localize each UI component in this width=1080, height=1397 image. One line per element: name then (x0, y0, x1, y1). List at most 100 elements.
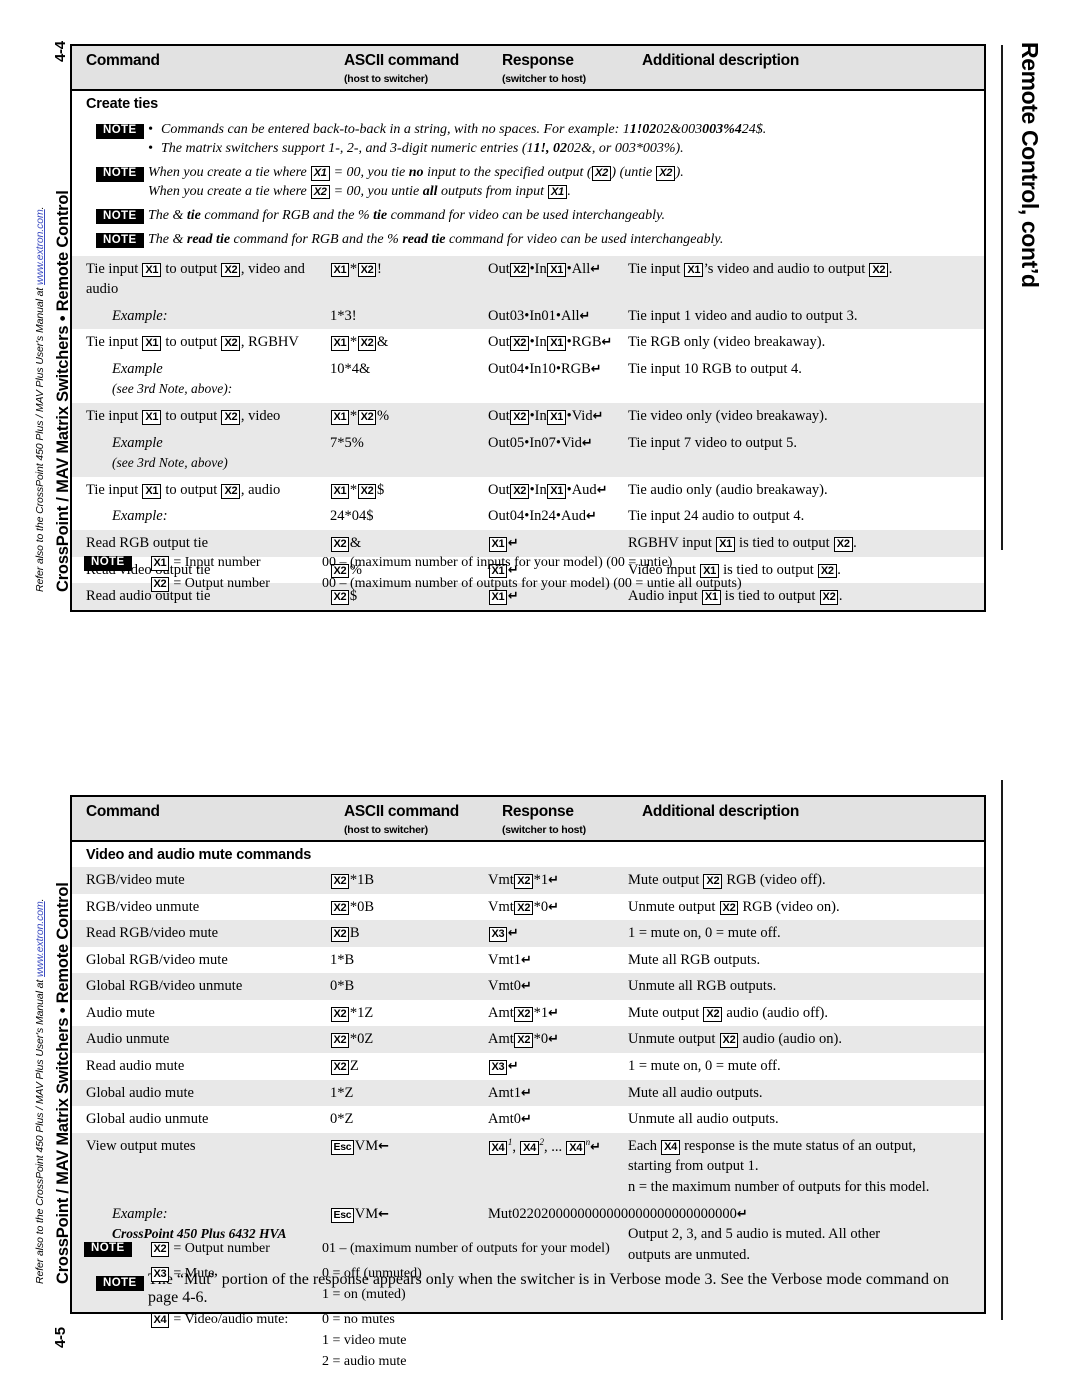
header-response-sub-2: (switcher to host) (502, 824, 586, 836)
cell-command: Global RGB/video mute (72, 947, 330, 974)
description-text: Each X4 response is the mute status of a… (628, 1137, 917, 1155)
header-description: Additional description (642, 52, 800, 69)
ascii-text: X2 B (330, 923, 484, 944)
description-text: Tie input 24 audio to output 4. (628, 508, 805, 525)
note-line: When you create a tie where X1 = 00, you… (148, 164, 684, 181)
note-badge: NOTE (96, 233, 144, 249)
ascii-text: 1*Z (330, 1084, 354, 1101)
table-row: Global audio mute 1*Z Amt1↵ Mute all audio … (72, 1079, 984, 1107)
emphasis: 1!02 (629, 122, 657, 137)
response-text: Vmt X2 *0↵ (488, 898, 559, 916)
cell-response: Amt1↵ (488, 1080, 628, 1107)
running-head: Remote Control, cont’d (1017, 42, 1043, 288)
emphasis: tie (373, 207, 388, 223)
variable-badge-x2: X2 (719, 1033, 739, 1049)
cell-ascii-command: X2 B (330, 920, 488, 947)
cell-command: Global audio mute (72, 1080, 330, 1107)
variable-badge-x1: X1 (330, 483, 350, 499)
variable-badge-x2: X2 (357, 410, 377, 425)
emphasis: 003%4 (702, 122, 742, 137)
return-arrow-icon: ↵ (521, 979, 532, 995)
variable-badge-x1: X1 (547, 262, 567, 278)
cell-description: Tie input 7 video to output 5. (628, 430, 984, 457)
cell-ascii-command: 1*3! (330, 303, 488, 330)
variable-badge-x2: X2 (833, 536, 853, 552)
variable-badge-x2: X2 (592, 165, 611, 181)
variable-badge-x2: X2 (514, 1033, 534, 1049)
left-margin-subtitle-top: Refer also to the CrossPoint 450 Plus / … (34, 206, 46, 592)
variable-badge-x3: X3 (488, 927, 508, 942)
description-text: starting from output 1. (628, 1158, 759, 1175)
cell-response: Amt0↵ (488, 1106, 628, 1133)
emphasis: n (628, 1178, 636, 1195)
command-example-label: Example (112, 434, 163, 451)
definition-value: 1 = on (muted) (322, 1287, 406, 1302)
cell-command: Global RGB/video unmute (72, 973, 330, 1000)
emphasis: tie (186, 207, 201, 223)
description-text: Mute output X2 audio (audio off). (628, 1004, 829, 1022)
definition-line: X2 = Output number 01 – (maximum number o… (150, 1238, 986, 1259)
cell-description: Unmute all RGB outputs. (628, 973, 984, 1000)
variable-badge-x1: X1 (684, 262, 704, 278)
cell-response: Amt X2 *1↵ (488, 1000, 628, 1027)
definition-key: X2 = Output number (150, 573, 322, 594)
ascii-text: X1 * X2 & (330, 332, 484, 353)
variable-badge-x1: X1 (488, 536, 508, 552)
description-text: Tie input 7 video to output 5. (628, 434, 798, 451)
note-item: NOTE The & read tie command for RGB and t… (72, 228, 984, 252)
command-text: RGB/video mute (86, 872, 185, 888)
ascii-text: 10*4& (330, 360, 371, 377)
definition-value: 1 = video mute (322, 1333, 407, 1348)
variable-badge-x2: X2 (221, 483, 241, 499)
cell-response: Amt X2 *0↵ (488, 1026, 628, 1053)
table-row: Audio unmute X2 *0Z Amt X2 *0↵ Unmute output X… (72, 1026, 984, 1054)
command-text: Read RGB output tie (86, 534, 209, 551)
folio-bottom: 4-5 (52, 1327, 69, 1348)
variable-badge-x1: X1 (142, 483, 162, 499)
cell-response: Out05•In07•Vid↵ (488, 430, 628, 457)
table-row: Audio mute X2 *1Z Amt X2 *1↵ Mute output X2 au… (72, 999, 984, 1027)
ascii-text: X2 *0Z (330, 1029, 484, 1050)
variable-badge-x1: X1 (330, 336, 350, 352)
command-text: Tie input X1 to output X2, video (86, 408, 281, 425)
command-note-ref: (see 3rd Note, above) (112, 455, 228, 471)
cell-command: Example (see 3rd Note, above): (72, 356, 330, 403)
command-example-label: Example: (112, 508, 168, 525)
response-text: Vmt1↵ (488, 951, 532, 968)
description-text: Tie RGB only (video breakaway). (628, 334, 826, 351)
note-badge-wrap: NOTE (72, 230, 148, 250)
return-arrow-icon: ↵ (736, 1206, 748, 1222)
ascii-text: X2 *1Z (330, 1003, 484, 1024)
command-text: View output mutes (86, 1137, 196, 1154)
command-example-label: Example: (112, 1205, 168, 1222)
ascii-text: X2 *1B (330, 870, 484, 891)
response-text: Amt X2 *1↵ (488, 1004, 559, 1022)
command-note-ref: (see 3rd Note, above): (112, 381, 233, 397)
note-text: • Commands can be entered back-to-back in… (148, 120, 974, 159)
description-text: Tie input 1 video and audio to output 3. (628, 307, 858, 324)
variable-badge-x1: X1 (547, 336, 567, 352)
extron-url-link-bottom[interactable]: www.extron.com (34, 901, 46, 977)
variable-badge-x1: X1 (716, 536, 735, 552)
table-row: Read audio mute X2 Z X3 ↵ 1 = mute on, 0 = mu… (72, 1053, 984, 1080)
definition-line: X2 = Output number 00 – (maximum number o… (150, 573, 986, 594)
response-text: X4 1, X4 2, ... X4 n↵ (488, 1136, 624, 1157)
description-text: Mute all audio outputs. (628, 1084, 763, 1101)
response-text: Mut0220200000000000000000000000000↵ (488, 1205, 748, 1222)
cell-command: Audio mute (72, 1000, 330, 1027)
cell-response: Out X2 •In X1 •All↵ (488, 256, 628, 283)
ascii-text: Esc VM← (330, 1204, 484, 1225)
right-margin-rule-2 (1001, 780, 1003, 1320)
extron-url-link-top[interactable]: www.extron.com (34, 209, 46, 285)
table-row: Example (see 3rd Note, above): 10*4& Out04•… (72, 355, 984, 404)
variable-badge-x2: X2 (330, 1060, 350, 1075)
variable-badge-x2: X2 (330, 1006, 350, 1022)
cell-ascii-command: X1 * X2 & (330, 329, 488, 356)
variable-badge-x4: X4 (520, 1140, 539, 1156)
response-text: Out X2 •In X1 •Aud↵ (488, 481, 608, 499)
cell-description: Unmute all audio outputs. (628, 1106, 984, 1133)
cell-response: Out X2 •In X1 •Aud↵ (488, 477, 628, 504)
cell-response: Out03•In01•All↵ (488, 303, 628, 330)
definition-key: X3 = Mute (150, 1263, 322, 1284)
table-row: Read RGB/video mute X2 B X3 ↵ 1 = mute on, 0 … (72, 920, 984, 947)
